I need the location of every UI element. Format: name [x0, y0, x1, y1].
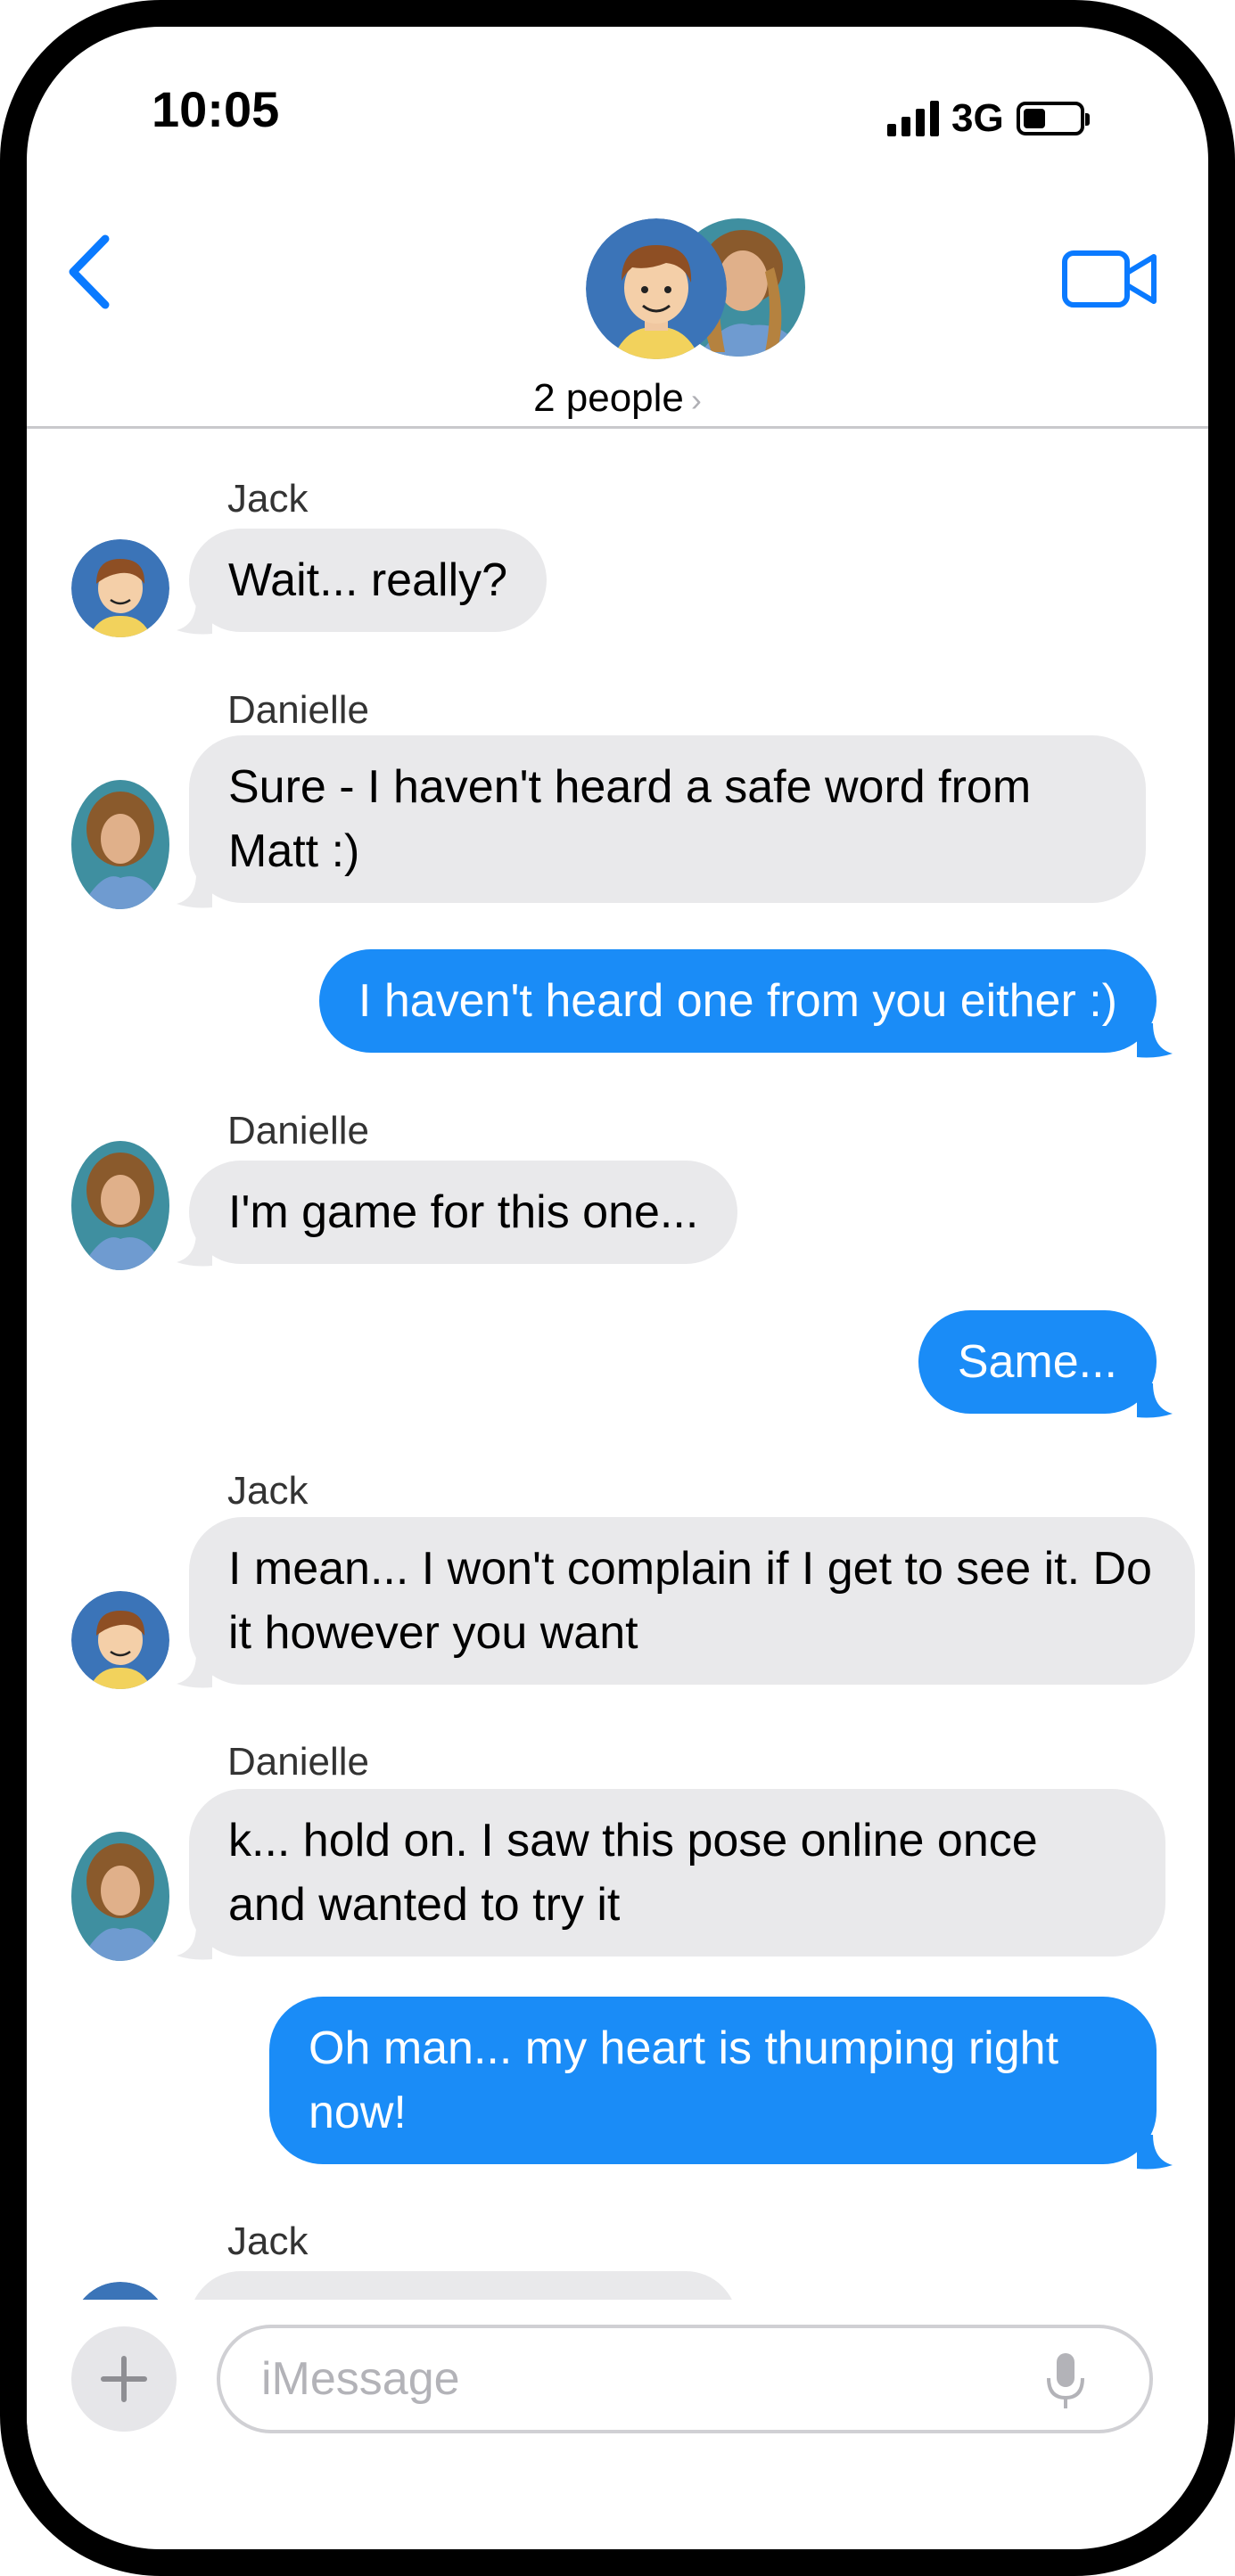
sender-name: Danielle [227, 1740, 369, 1784]
danielle-avatar [71, 1832, 169, 1961]
message-bubble[interactable]: Oh man... my heart is thumping right now… [269, 1997, 1157, 2164]
message-bubble[interactable]: k... hold on. I saw this pose online onc… [189, 1789, 1165, 1957]
signal-icon [887, 101, 939, 136]
bubble-tail [177, 1232, 212, 1267]
bubble-tail [177, 874, 212, 908]
phone-frame: 10:05 3G 2 people › Jack Wait... really?… [0, 0, 1235, 2576]
sender-name: Danielle [227, 1109, 369, 1153]
sender-name: Jack [227, 1469, 309, 1513]
microphone-icon[interactable] [1043, 2350, 1088, 2412]
message-bubble[interactable]: Same... [918, 1310, 1157, 1414]
message-bubble[interactable]: My dick kind of is D [189, 2271, 737, 2300]
battery-icon [1016, 102, 1090, 135]
sender-name: Jack [227, 477, 309, 521]
compose-bar: iMessage [27, 2300, 1208, 2442]
jack-avatar [71, 1591, 169, 1689]
people-label: 2 people [533, 376, 684, 420]
bubble-tail [177, 600, 212, 635]
danielle-avatar [71, 1141, 169, 1270]
status-time: 10:05 [152, 81, 280, 137]
message-list[interactable]: Jack Wait... really? Danielle Sure - I h… [27, 428, 1208, 2300]
sender-name: Danielle [227, 688, 369, 732]
plus-button[interactable] [71, 2326, 177, 2432]
sender-name: Jack [227, 2219, 309, 2263]
jack-avatar [586, 218, 727, 359]
screen: 10:05 3G 2 people › Jack Wait... really?… [27, 27, 1208, 2549]
jack-avatar [82, 2282, 159, 2300]
bubble-tail [1137, 1023, 1173, 1058]
chevron-right-icon: › [690, 381, 702, 418]
group-avatars[interactable] [586, 218, 805, 365]
message-input[interactable]: iMessage [217, 2325, 1153, 2433]
plus-icon [101, 2356, 147, 2402]
status-indicators: 3G [887, 96, 1090, 141]
jack-avatar [71, 539, 169, 637]
bubble-tail [177, 1653, 212, 1688]
message-bubble[interactable]: I mean... I won't complain if I get to s… [189, 1517, 1195, 1685]
bubble-tail [1137, 1383, 1173, 1418]
danielle-avatar [71, 780, 169, 909]
network-type: 3G [951, 96, 1004, 140]
message-bubble[interactable]: I'm game for this one... [189, 1161, 738, 1264]
conversation-header: 2 people › [27, 178, 1208, 429]
message-bubble[interactable]: Sure - I haven't heard a safe word from … [189, 735, 1146, 903]
people-link[interactable]: 2 people › [27, 376, 1208, 421]
bubble-tail [1137, 2135, 1173, 2170]
video-camera-icon[interactable] [1061, 248, 1159, 310]
message-bubble[interactable]: Wait... really? [189, 529, 548, 632]
bubble-tail [177, 1925, 212, 1960]
back-chevron-icon[interactable] [62, 232, 116, 312]
message-bubble[interactable]: I haven't heard one from you either :) [318, 949, 1157, 1053]
